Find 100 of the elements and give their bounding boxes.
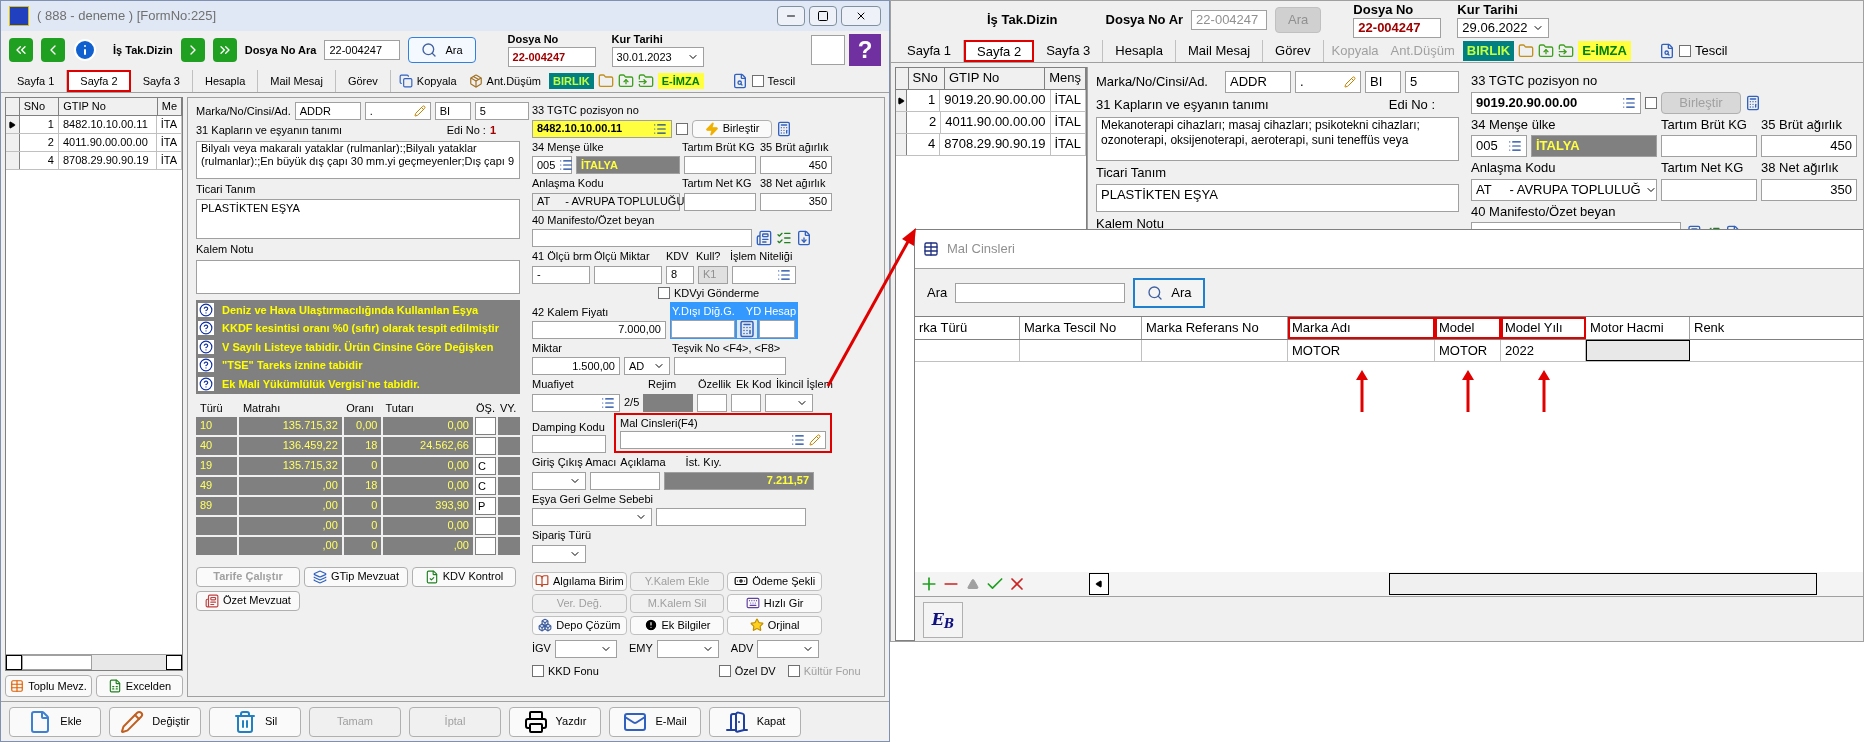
- row-selector[interactable]: [896, 90, 908, 111]
- text-field[interactable]: BI: [434, 102, 471, 120]
- folder-arrow-icon[interactable]: [1558, 43, 1575, 59]
- folder-up-icon[interactable]: [617, 73, 634, 89]
- text-field[interactable]: [1661, 135, 1757, 157]
- action-button[interactable]: Ödeme Şekli: [727, 571, 822, 591]
- help-button[interactable]: ?: [849, 34, 881, 66]
- note-textarea[interactable]: [196, 259, 520, 294]
- help-icon[interactable]: [198, 358, 214, 373]
- dropdown[interactable]: [532, 471, 586, 490]
- document-icon[interactable]: [756, 230, 772, 246]
- e-signature-badge[interactable]: E-İMZA: [1578, 41, 1631, 61]
- dropdown[interactable]: [554, 639, 617, 658]
- checkbox[interactable]: Tescil: [751, 72, 796, 90]
- trade-name-textarea[interactable]: PLASTİKTEN EŞYA: [1096, 184, 1459, 212]
- next-button[interactable]: [180, 38, 205, 62]
- agreement-dropdown[interactable]: AT - AVRUPA TOPLULUĞ: [1471, 178, 1657, 201]
- tab[interactable]: Sayfa 2: [67, 70, 131, 92]
- info-icon[interactable]: [73, 38, 97, 62]
- action-button[interactable]: Ek Bilgiler: [629, 615, 725, 635]
- text-field[interactable]: [594, 265, 662, 284]
- text-field[interactable]: [697, 393, 728, 412]
- toolbar-button[interactable]: E-Mail: [609, 706, 701, 737]
- toolbar-button[interactable]: Sil: [209, 706, 301, 737]
- logo-button[interactable]: E$_{B}$: [923, 601, 963, 638]
- text-field[interactable]: ADDR: [294, 102, 361, 120]
- tab[interactable]: Mail Mesaj: [1176, 40, 1264, 62]
- text-field[interactable]: 7.211,57: [664, 471, 814, 490]
- help-icon[interactable]: [198, 376, 214, 391]
- action-button[interactable]: Hızlı Gir: [727, 593, 822, 613]
- search-field[interactable]: [955, 282, 1126, 303]
- toolbar-button[interactable]: Yazdır: [509, 706, 601, 737]
- calculator-icon[interactable]: [1745, 94, 1761, 111]
- text-field[interactable]: [532, 393, 620, 412]
- text-field[interactable]: [759, 319, 795, 338]
- table-cell[interactable]: [474, 536, 496, 555]
- help-icon[interactable]: [198, 339, 214, 354]
- text-field[interactable]: [684, 156, 756, 174]
- column-header[interactable]: Renk: [1690, 317, 1863, 339]
- toolbar-button[interactable]: Değiştir: [109, 706, 201, 737]
- unit-dropdown[interactable]: AD: [624, 357, 670, 375]
- tab[interactable]: Sayfa 3: [130, 70, 193, 92]
- text-field[interactable]: 8482.10.10.00.11: [532, 119, 672, 138]
- text-field[interactable]: ADDR: [1225, 71, 1291, 93]
- last-button[interactable]: [212, 38, 237, 62]
- text-field[interactable]: [731, 393, 762, 412]
- scroll-left-button[interactable]: [1089, 573, 1109, 595]
- first-button[interactable]: [9, 38, 33, 62]
- help-icon[interactable]: [198, 302, 214, 317]
- merge-button[interactable]: Birleştir: [692, 119, 772, 138]
- folder-icon[interactable]: [597, 73, 614, 89]
- tab[interactable]: Sayfa 2: [964, 40, 1035, 62]
- toolbar-button[interactable]: Ekle: [9, 706, 101, 737]
- dropdown[interactable]: [757, 639, 820, 658]
- table-cell[interactable]: [474, 516, 496, 535]
- column-header[interactable]: Model Yılı: [1501, 317, 1586, 339]
- search-button[interactable]: Ara: [408, 37, 476, 63]
- tab[interactable]: Hesapla: [1103, 40, 1176, 62]
- scrollbar-thumb[interactable]: [1389, 573, 1817, 595]
- text-field[interactable]: 350: [1761, 178, 1857, 201]
- grid-button[interactable]: Toplu Mevz.: [5, 675, 92, 697]
- grid-button[interactable]: Excelden: [96, 675, 183, 697]
- text-field[interactable]: 5: [1405, 71, 1459, 93]
- checklist-icon[interactable]: [776, 230, 792, 246]
- checkbox[interactable]: [676, 122, 688, 135]
- text-field[interactable]: 350: [760, 192, 832, 211]
- date-dropdown[interactable]: 29.06.2022: [1457, 18, 1550, 39]
- action-button[interactable]: Depo Çözüm: [532, 615, 627, 635]
- dropdown[interactable]: [765, 393, 814, 412]
- search-button[interactable]: Ara: [1133, 277, 1206, 308]
- text-field[interactable]: 450: [1761, 135, 1857, 157]
- table-cell[interactable]: [474, 436, 496, 455]
- checkbox[interactable]: KDVyi Gönderme: [658, 284, 880, 301]
- description-textarea[interactable]: Bilyalı veya makaralı yataklar (rulmanlar):;Bilyalı yataklar (rulmanlar):;En büyük dış çapı 30 mm.yi geçmeyenler;Dış çapı 9: [196, 140, 520, 179]
- description-textarea[interactable]: Mekanoterapi cihazları; masaj cihazları; psikotekni cihazları; ozonoterapi, oksijenoterapi, aeroterapi, suni teneffüs veya: [1096, 116, 1459, 161]
- action-button[interactable]: Orjinal: [727, 615, 822, 635]
- text-field[interactable]: [674, 357, 786, 375]
- calculator-icon[interactable]: [776, 120, 792, 137]
- text-field[interactable]: [656, 508, 806, 526]
- text-field[interactable]: [532, 229, 752, 247]
- column-header[interactable]: rka Türü: [915, 317, 1020, 339]
- folder-up-icon[interactable]: [1538, 43, 1555, 59]
- dropdown[interactable]: [656, 639, 719, 658]
- action-button[interactable]: KDV Kontrol: [412, 566, 516, 587]
- text-field[interactable]: .: [364, 102, 431, 120]
- trade-name-textarea[interactable]: PLASTİKTEN EŞYA: [196, 199, 520, 239]
- union-badge[interactable]: BIRLIK: [1462, 41, 1515, 61]
- text-field[interactable]: .: [1295, 71, 1361, 93]
- table-cell[interactable]: C: [474, 476, 496, 495]
- dropdown[interactable]: [532, 508, 652, 526]
- column-header[interactable]: Marka Adı: [1288, 317, 1435, 339]
- goods-type-field[interactable]: [620, 431, 826, 449]
- checkbox[interactable]: Tescil: [1678, 41, 1728, 61]
- column-header[interactable]: Marka Referans No: [1142, 317, 1288, 339]
- toolbar-button[interactable]: Kapat: [709, 706, 801, 737]
- text-field[interactable]: 1.500,00: [532, 357, 620, 375]
- text-field[interactable]: [671, 319, 735, 338]
- text-field[interactable]: 8: [666, 265, 694, 284]
- deduct-button[interactable]: Ant.Düşüm: [464, 72, 546, 90]
- text-field[interactable]: 7.000,00: [532, 320, 666, 339]
